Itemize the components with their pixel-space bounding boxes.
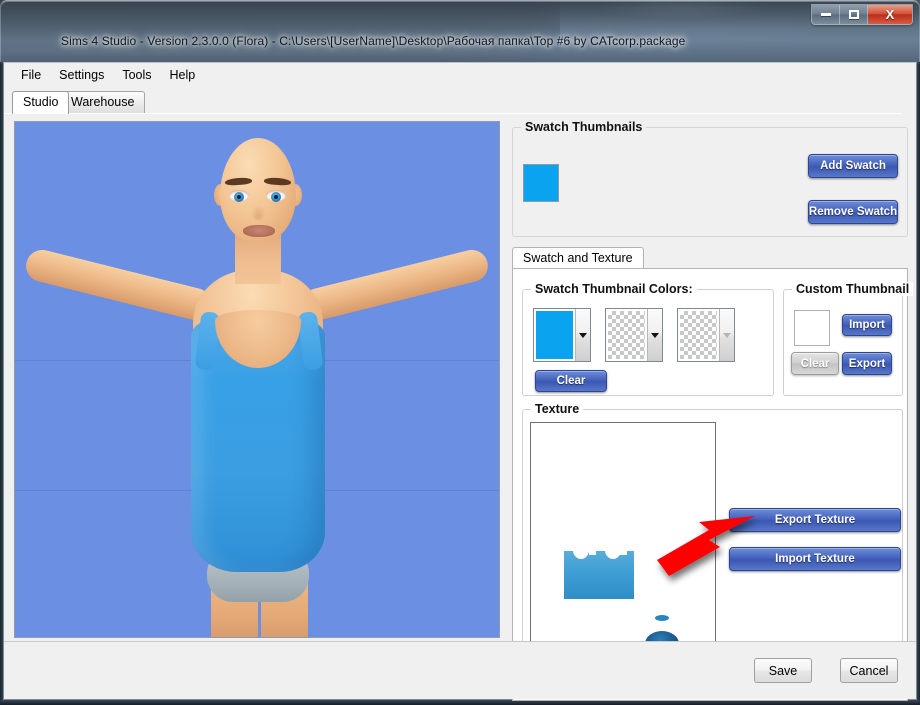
tab-studio[interactable]: Studio — [12, 91, 70, 114]
close-button[interactable]: X — [868, 5, 912, 24]
title-bar[interactable]: Sims 4 Studio - Version 2.3.0.0 (Flora) … — [0, 0, 920, 64]
custom-thumbnail-preview[interactable] — [794, 310, 830, 346]
swatch-thumbnails-title: Swatch Thumbnails — [521, 120, 647, 134]
chevron-down-icon — [723, 332, 731, 338]
window-title: Sims 4 Studio - Version 2.3.0.0 (Flora) … — [61, 34, 686, 48]
add-swatch-button[interactable]: Add Swatch — [808, 154, 898, 178]
tab-warehouse[interactable]: Warehouse — [60, 91, 146, 114]
swatch-thumbnail-colors-group: Swatch Thumbnail Colors: Clear — [522, 282, 774, 396]
menu-item-file[interactable]: File — [12, 65, 50, 85]
sim-mouth — [243, 225, 275, 237]
texture-preview[interactable] — [530, 422, 716, 677]
texture-uv-tanktop — [564, 551, 634, 599]
color-combo-3-swatch — [680, 311, 717, 359]
cancel-button[interactable]: Cancel — [840, 658, 898, 683]
custom-thumbnail-group: Custom Thumbnail Import Clear Export — [783, 282, 914, 396]
application-window: Sims 4 Studio - Version 2.3.0.0 (Flora) … — [0, 0, 920, 705]
custom-thumbnail-clear-button: Clear — [791, 352, 839, 375]
texture-uv-strap-gap-2 — [620, 537, 627, 555]
sim-model — [15, 122, 499, 637]
color-combo-3 — [677, 308, 735, 362]
texture-uv-small-piece — [655, 615, 669, 621]
sim-pupil-left — [237, 195, 241, 199]
sim-arm-right — [299, 246, 492, 324]
remove-swatch-button[interactable]: Remove Swatch — [808, 200, 898, 224]
tab-underline — [4, 113, 902, 114]
color-combo-1-dropdown[interactable] — [575, 309, 590, 361]
texture-uv-notch-1 — [573, 541, 589, 559]
app-root: Sims 4 Studio - Version 2.3.0.0 (Flora) … — [0, 0, 920, 705]
swatch-texture-panel: Swatch Thumbnail Colors: Clear Custom Th… — [512, 268, 914, 701]
maximize-icon — [848, 10, 859, 19]
swatch-thumbnails-group: Swatch Thumbnails Add Swatch Remove Swat… — [512, 120, 908, 237]
save-button[interactable]: Save — [754, 658, 812, 683]
color-combo-1[interactable] — [533, 308, 591, 362]
custom-thumbnail-export-button[interactable]: Export — [842, 352, 892, 375]
color-combo-2-dropdown[interactable] — [647, 309, 662, 361]
client-area: File Settings Tools Help Studio Warehous… — [3, 62, 917, 701]
minimize-button[interactable] — [812, 5, 840, 24]
sim-3d-viewport[interactable]: L — [14, 121, 500, 638]
color-combo-3-dropdown — [719, 309, 734, 361]
maximize-button[interactable] — [840, 5, 868, 24]
menu-item-tools[interactable]: Tools — [113, 65, 160, 85]
texture-uv-notch-2 — [605, 541, 621, 559]
color-combo-2[interactable] — [605, 308, 663, 362]
tab-swatch-and-texture[interactable]: Swatch and Texture — [512, 247, 644, 269]
chevron-down-icon — [579, 332, 587, 338]
import-texture-button[interactable]: Import Texture — [729, 547, 901, 571]
clear-colors-button[interactable]: Clear — [535, 370, 607, 392]
window-controls: X — [811, 4, 913, 25]
custom-thumbnail-import-button[interactable]: Import — [842, 314, 892, 336]
texture-title: Texture — [531, 402, 584, 416]
sim-nose — [251, 204, 266, 220]
sim-arm-left — [22, 246, 215, 324]
minimize-icon — [820, 13, 831, 16]
footer-bar: Save Cancel — [4, 641, 916, 699]
export-texture-button[interactable]: Export Texture — [729, 508, 901, 532]
swatch-texture-tab-strip: Swatch and Texture — [512, 247, 908, 269]
swatch-thumbnail-colors-title: Swatch Thumbnail Colors: — [531, 282, 697, 296]
right-panel: Swatch Thumbnails Add Swatch Remove Swat… — [509, 120, 914, 701]
custom-thumbnail-title: Custom Thumbnail — [792, 282, 914, 296]
close-icon: X — [885, 7, 895, 22]
color-combo-2-swatch — [608, 311, 645, 359]
main-tab-strip: Studio Warehouse — [12, 91, 910, 114]
swatch-thumbnail-chip[interactable] — [523, 164, 559, 202]
chevron-down-icon — [651, 332, 659, 338]
sim-pupil-right — [274, 195, 278, 199]
texture-uv-strap-gap-1 — [589, 537, 596, 555]
menu-item-settings[interactable]: Settings — [50, 65, 113, 85]
menu-item-help[interactable]: Help — [161, 65, 205, 85]
color-combo-1-swatch — [536, 311, 573, 359]
menu-bar: File Settings Tools Help — [4, 63, 916, 87]
